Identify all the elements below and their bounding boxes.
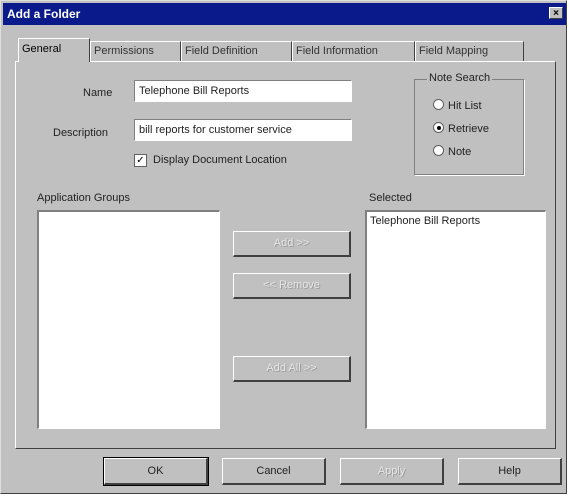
cancel-button[interactable]: Cancel [222,458,326,485]
general-tab-panel [15,61,556,449]
tab-field-definition[interactable]: Field Definition [181,41,292,61]
add-folder-dialog: Add a Folder × General Permissions Field… [0,0,567,494]
tab-permissions[interactable]: Permissions [90,41,181,61]
tab-field-information[interactable]: Field Information [292,41,415,61]
help-button[interactable]: Help [458,458,562,485]
ok-button[interactable]: OK [103,457,209,486]
tab-general[interactable]: General [18,38,90,62]
apply-button[interactable]: Apply [340,458,444,485]
dialog-title: Add a Folder [7,7,81,21]
tab-field-mapping[interactable]: Field Mapping [415,41,524,61]
close-icon[interactable]: × [549,7,563,19]
title-bar[interactable]: Add a Folder × [3,3,566,25]
